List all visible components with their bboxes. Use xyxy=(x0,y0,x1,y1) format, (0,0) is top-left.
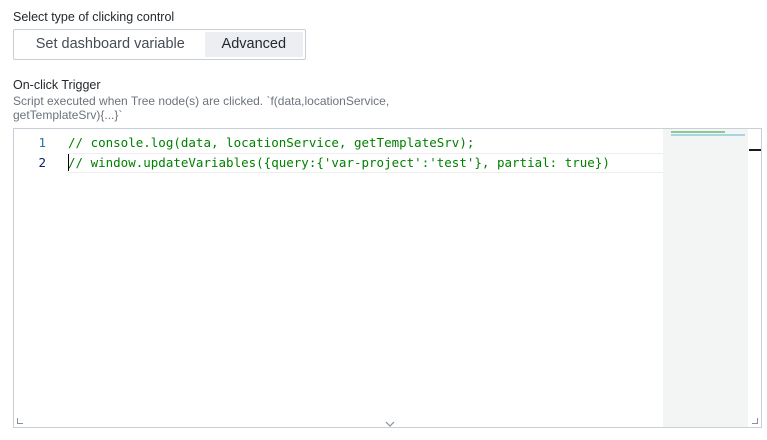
code-line-current[interactable]: // window.updateVariables({query:{'var-p… xyxy=(68,153,663,173)
cursor-position-marker xyxy=(749,149,761,151)
code-line[interactable]: // console.log(data, locationService, ge… xyxy=(68,133,663,153)
text-cursor xyxy=(68,154,69,171)
clicking-control-radio-group: Set dashboard variable Advanced xyxy=(13,29,306,60)
minimap-line xyxy=(671,134,745,136)
line-number: 2 xyxy=(38,155,46,170)
code-text-area[interactable]: // console.log(data, locationService, ge… xyxy=(68,133,663,173)
chevron-down-icon[interactable] xyxy=(385,420,395,428)
on-click-trigger-description: Script executed when Tree node(s) are cl… xyxy=(13,94,390,122)
corner-resize-icon[interactable] xyxy=(752,418,758,424)
corner-resize-icon xyxy=(17,418,23,424)
line-number: 1 xyxy=(38,135,46,150)
minimap[interactable] xyxy=(663,129,748,427)
on-click-trigger-label: On-click Trigger xyxy=(13,78,101,92)
clicking-control-label: Select type of clicking control xyxy=(13,10,175,24)
line-number-gutter: 1 2 xyxy=(14,133,64,173)
panel-options: Select type of clicking control Set dash… xyxy=(0,0,767,440)
minimap-line xyxy=(671,131,725,133)
vertical-scrollbar[interactable] xyxy=(748,129,761,427)
code-editor[interactable]: 1 2 // console.log(data, locationService… xyxy=(13,128,762,428)
option-advanced[interactable]: Advanced xyxy=(204,32,303,57)
option-set-dashboard-variable[interactable]: Set dashboard variable xyxy=(16,32,205,57)
